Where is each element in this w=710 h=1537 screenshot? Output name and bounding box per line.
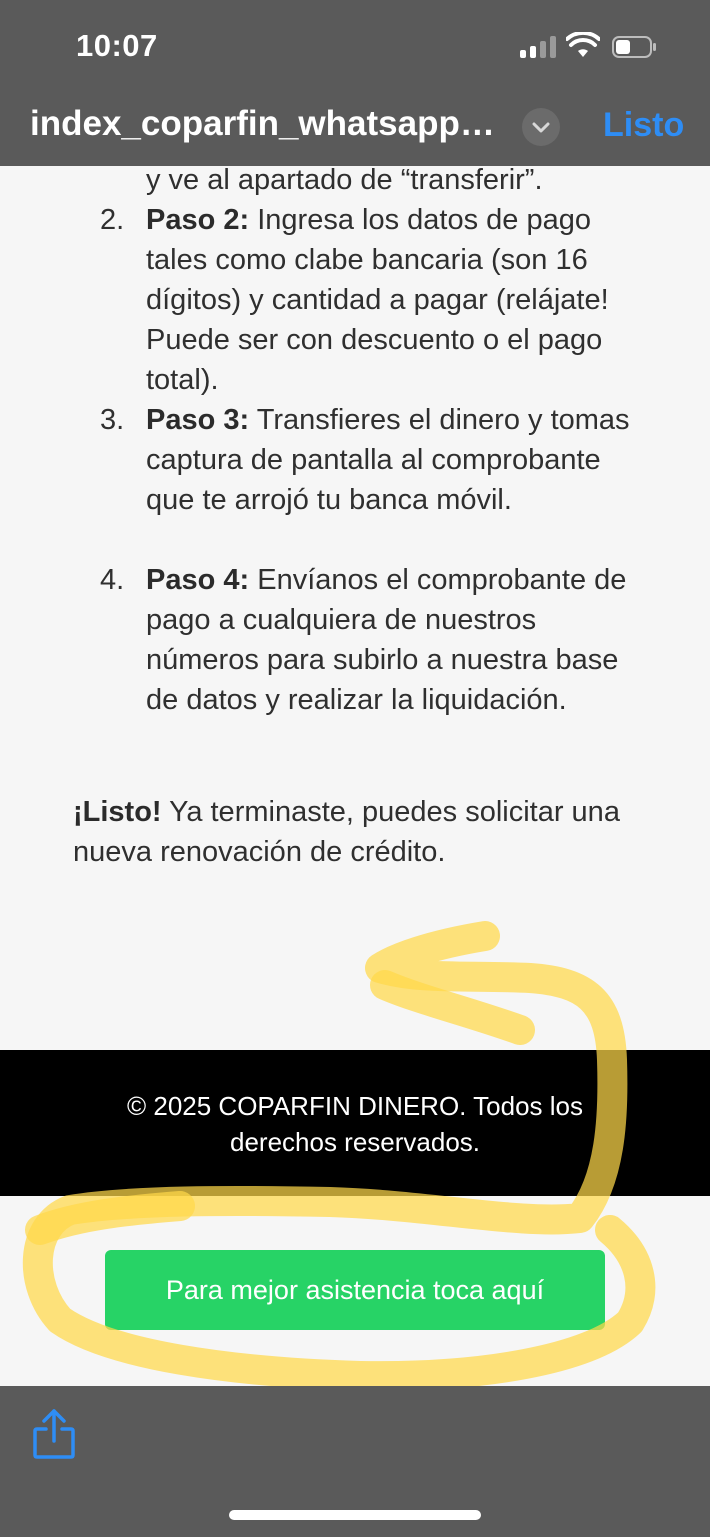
step-number: 4. (100, 564, 125, 596)
step-label: Paso 3: (146, 404, 250, 436)
page-footer: © 2025 COPARFIN DINERO. Todos los derech… (0, 1050, 710, 1196)
navigation-bar: index_coparfin_whatsapp_... Listo (0, 90, 710, 166)
step-label: Paso 4: (146, 564, 250, 596)
step-1-continuation: y ve al apartado de “transferir”. (146, 166, 543, 196)
title-menu-button[interactable] (522, 108, 560, 146)
home-indicator (229, 1510, 481, 1520)
step-label: Paso 2: (146, 204, 250, 236)
completion-message: ¡Listo! Ya terminaste, puedes solicitar … (73, 792, 643, 872)
battery-icon (612, 36, 656, 58)
status-time: 10:07 (76, 28, 158, 63)
web-content: y ve al apartado de “transferir”. 2. Pas… (0, 166, 710, 1386)
chevron-down-icon (532, 122, 550, 133)
status-bar: 10:07 (0, 0, 710, 90)
step-number: 2. (100, 204, 125, 236)
wifi-icon (566, 32, 600, 57)
document-title: index_coparfin_whatsapp_... (30, 104, 500, 143)
completion-bold: ¡Listo! (73, 796, 162, 828)
bottom-toolbar (0, 1386, 710, 1537)
step-number: 3. (100, 404, 125, 436)
share-icon[interactable] (32, 1408, 76, 1460)
step-text: Paso 4: Envíanos el comprobante de pago … (146, 560, 651, 720)
cellular-signal-icon (520, 36, 556, 58)
done-button[interactable]: Listo (603, 106, 684, 145)
step-text: Paso 3: Transfieres el dinero y tomas ca… (146, 400, 651, 520)
step-text: Paso 2: Ingresa los datos de pago tales … (146, 200, 651, 400)
whatsapp-assistance-button[interactable]: Para mejor asistencia toca aquí (105, 1250, 605, 1330)
copyright-text: © 2025 COPARFIN DINERO. Todos los derech… (126, 1091, 583, 1157)
